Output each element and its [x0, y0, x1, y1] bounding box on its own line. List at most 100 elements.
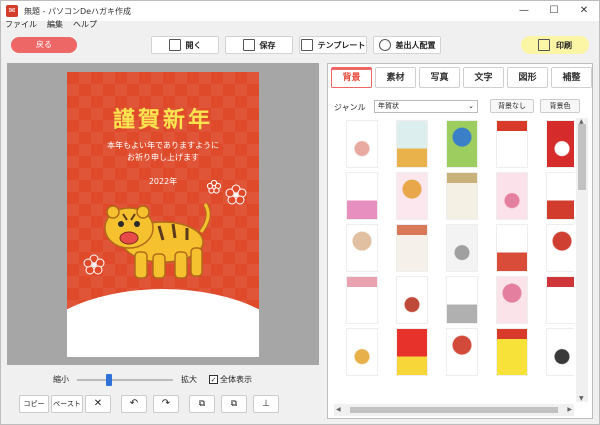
menu-help[interactable]: ヘルプ — [73, 19, 97, 33]
genre-value: 年賀状 — [378, 102, 399, 110]
tab-text[interactable]: 文字 — [463, 67, 504, 88]
fit-all-checkbox[interactable]: ✓ 全体表示 — [209, 374, 252, 385]
tab-shape[interactable]: 図形 — [507, 67, 548, 88]
zoom-out-label: 縮小 — [53, 375, 69, 384]
background-thumbnail[interactable] — [346, 172, 378, 220]
vertical-scroll-thumb[interactable] — [578, 124, 586, 190]
thumbnail-decoration — [547, 329, 574, 375]
genre-select[interactable]: 年賀状 ⌄ — [374, 100, 478, 113]
delete-button[interactable]: ✕ — [85, 395, 111, 413]
scroll-down-icon[interactable]: ▼ — [579, 395, 584, 402]
background-thumbnail[interactable] — [396, 172, 428, 220]
open-button[interactable]: 開く — [151, 36, 219, 54]
card-white-hill — [67, 289, 259, 357]
background-thumbnail[interactable] — [496, 276, 528, 324]
background-thumbnail[interactable] — [396, 328, 428, 376]
print-label: 印刷 — [556, 40, 572, 50]
chevron-down-icon: ⌄ — [468, 102, 474, 110]
open-label: 開く — [185, 40, 202, 50]
no-background-button[interactable]: 背景なし — [490, 99, 534, 113]
background-thumbnail[interactable] — [346, 224, 378, 272]
send-back-button[interactable]: ⧉ — [221, 395, 247, 413]
open-icon — [168, 39, 181, 51]
menu-bar: ファイル 編集 ヘルプ — [1, 19, 97, 33]
thumbnail-decoration — [397, 329, 427, 375]
align-button[interactable]: ⊥ — [253, 395, 279, 413]
background-thumbnail[interactable] — [446, 172, 478, 220]
card-greeting-title: 謹賀新年 — [112, 108, 213, 133]
minimize-button[interactable]: — — [509, 1, 539, 21]
background-thumbnail[interactable] — [496, 172, 528, 220]
title-bar: ✉ 無題 - パソコンDeハガキ作成 — ☐ ✕ — [1, 1, 599, 21]
horizontal-scrollbar[interactable]: ◀ ▶ — [334, 404, 574, 416]
thumbnail-decoration — [347, 121, 377, 167]
background-thumbnail[interactable] — [396, 120, 428, 168]
paste-button[interactable]: ペースト — [51, 395, 83, 413]
background-thumbnail[interactable] — [496, 328, 528, 376]
background-thumbnail[interactable] — [396, 224, 428, 272]
template-icon — [300, 39, 313, 51]
copy-button[interactable]: コピー — [19, 395, 49, 413]
person-icon — [378, 39, 391, 51]
background-thumbnail[interactable] — [446, 276, 478, 324]
save-label: 保存 — [259, 40, 276, 50]
background-thumbnail[interactable] — [546, 120, 574, 168]
background-thumbnail[interactable] — [346, 276, 378, 324]
thumbnail-decoration — [347, 329, 377, 375]
background-thumbnail[interactable] — [546, 328, 574, 376]
background-thumbnail[interactable] — [446, 120, 478, 168]
redo-button[interactable]: ↷ — [153, 395, 179, 413]
vertical-scrollbar[interactable]: ▲ ▼ — [576, 118, 588, 402]
background-thumbnail[interactable] — [546, 276, 574, 324]
background-thumbnail[interactable] — [546, 224, 574, 272]
background-thumbnail[interactable] — [496, 120, 528, 168]
tab-material[interactable]: 素材 — [375, 67, 416, 88]
undo-button[interactable]: ↶ — [121, 395, 147, 413]
bring-front-button[interactable]: ⧉ — [189, 395, 215, 413]
template-button[interactable]: テンプレート — [299, 36, 367, 54]
canvas-area[interactable]: 謹賀新年 本年もよい年でありますように お祈り申し上げます 2022年 — [7, 63, 319, 365]
horizontal-scroll-thumb[interactable] — [350, 407, 558, 413]
save-button[interactable]: 保存 — [225, 36, 293, 54]
background-color-button[interactable]: 背景色 — [540, 99, 580, 113]
checkbox-checked-icon: ✓ — [209, 375, 218, 384]
window-controls: — ☐ ✕ — [509, 1, 599, 21]
material-panel: 背景 素材 写真 文字 図形 補整 ジャンル 年賀状 ⌄ 背景なし 背景色 ▲ … — [327, 63, 593, 419]
menu-file[interactable]: ファイル — [5, 19, 37, 33]
thumbnail-decoration — [347, 225, 377, 271]
zoom-slider-track[interactable] — [77, 379, 173, 381]
close-icon: ✕ — [93, 398, 103, 409]
thumbnail-decoration — [347, 173, 377, 219]
sender-layout-button[interactable]: 差出人配置 — [373, 36, 441, 54]
scroll-right-icon[interactable]: ▶ — [567, 406, 572, 413]
thumbnail-decoration — [497, 329, 527, 375]
zoom-bar: 縮小 拡大 ✓ 全体表示 — [1, 373, 321, 387]
thumbnail-decoration — [397, 121, 427, 167]
zoom-slider-thumb[interactable] — [106, 374, 112, 386]
genre-label: ジャンル — [334, 103, 366, 112]
tab-correction[interactable]: 補整 — [551, 67, 592, 88]
close-button[interactable]: ✕ — [569, 1, 599, 21]
background-thumbnail[interactable] — [546, 172, 574, 220]
tab-photo[interactable]: 写真 — [419, 67, 460, 88]
maximize-button[interactable]: ☐ — [539, 1, 569, 21]
card-message-line2: お祈り申し上げます — [127, 153, 199, 162]
back-button[interactable]: 戻る — [11, 37, 77, 53]
sender-layout-label: 差出人配置 — [395, 40, 436, 50]
layer-back-icon: ⧉ — [230, 399, 238, 409]
background-thumbnail[interactable] — [496, 224, 528, 272]
background-thumbnail[interactable] — [446, 328, 478, 376]
tab-background[interactable]: 背景 — [331, 67, 372, 88]
print-button[interactable]: 印刷 — [521, 36, 589, 54]
background-thumbnail[interactable] — [346, 120, 378, 168]
thumbnail-decoration — [397, 225, 427, 271]
card-message-line1: 本年もよい年でありますように — [107, 141, 219, 150]
postcard-preview[interactable]: 謹賀新年 本年もよい年でありますように お祈り申し上げます 2022年 — [67, 72, 259, 357]
toolbar: 戻る 開く 保存 テンプレート 差出人配置 印刷 — [1, 33, 599, 57]
background-thumbnail[interactable] — [446, 224, 478, 272]
background-thumbnail[interactable] — [396, 276, 428, 324]
menu-edit[interactable]: 編集 — [47, 19, 63, 33]
card-message: 本年もよい年でありますように お祈り申し上げます — [67, 140, 259, 164]
scroll-left-icon[interactable]: ◀ — [336, 406, 341, 413]
background-thumbnail[interactable] — [346, 328, 378, 376]
